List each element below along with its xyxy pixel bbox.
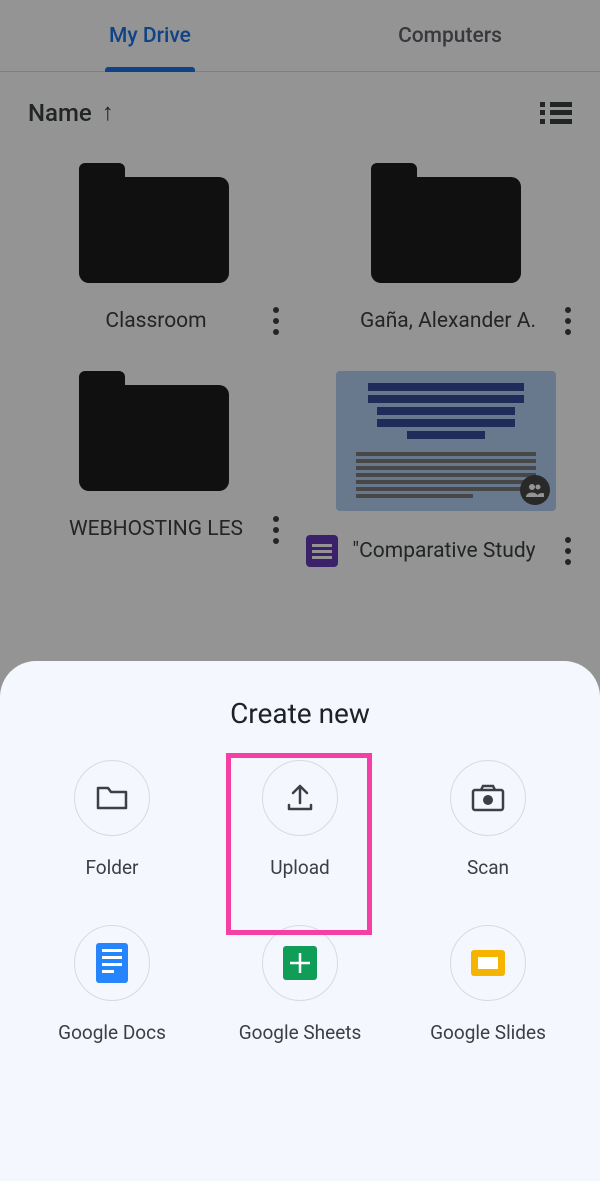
create-folder-button[interactable]: Folder <box>18 760 206 879</box>
google-slides-icon <box>471 950 505 976</box>
google-sheets-icon <box>283 946 317 980</box>
camera-icon <box>470 783 506 813</box>
sheet-item-label: Google Sheets <box>239 1021 362 1044</box>
sheet-item-label: Google Docs <box>58 1021 166 1044</box>
sheet-item-label: Scan <box>467 856 509 879</box>
folder-outline-icon <box>95 784 129 812</box>
create-sheets-button[interactable]: Google Sheets <box>206 925 394 1044</box>
create-docs-button[interactable]: Google Docs <box>18 925 206 1044</box>
sheet-item-label: Google Slides <box>430 1021 546 1044</box>
sheet-title: Create new <box>0 697 600 730</box>
google-docs-icon <box>96 943 128 983</box>
sheet-item-label: Folder <box>86 856 139 879</box>
scan-button[interactable]: Scan <box>394 760 582 879</box>
create-new-sheet: Create new Folder Upload Scan <box>0 661 600 1181</box>
create-slides-button[interactable]: Google Slides <box>394 925 582 1044</box>
tutorial-highlight <box>226 753 372 935</box>
